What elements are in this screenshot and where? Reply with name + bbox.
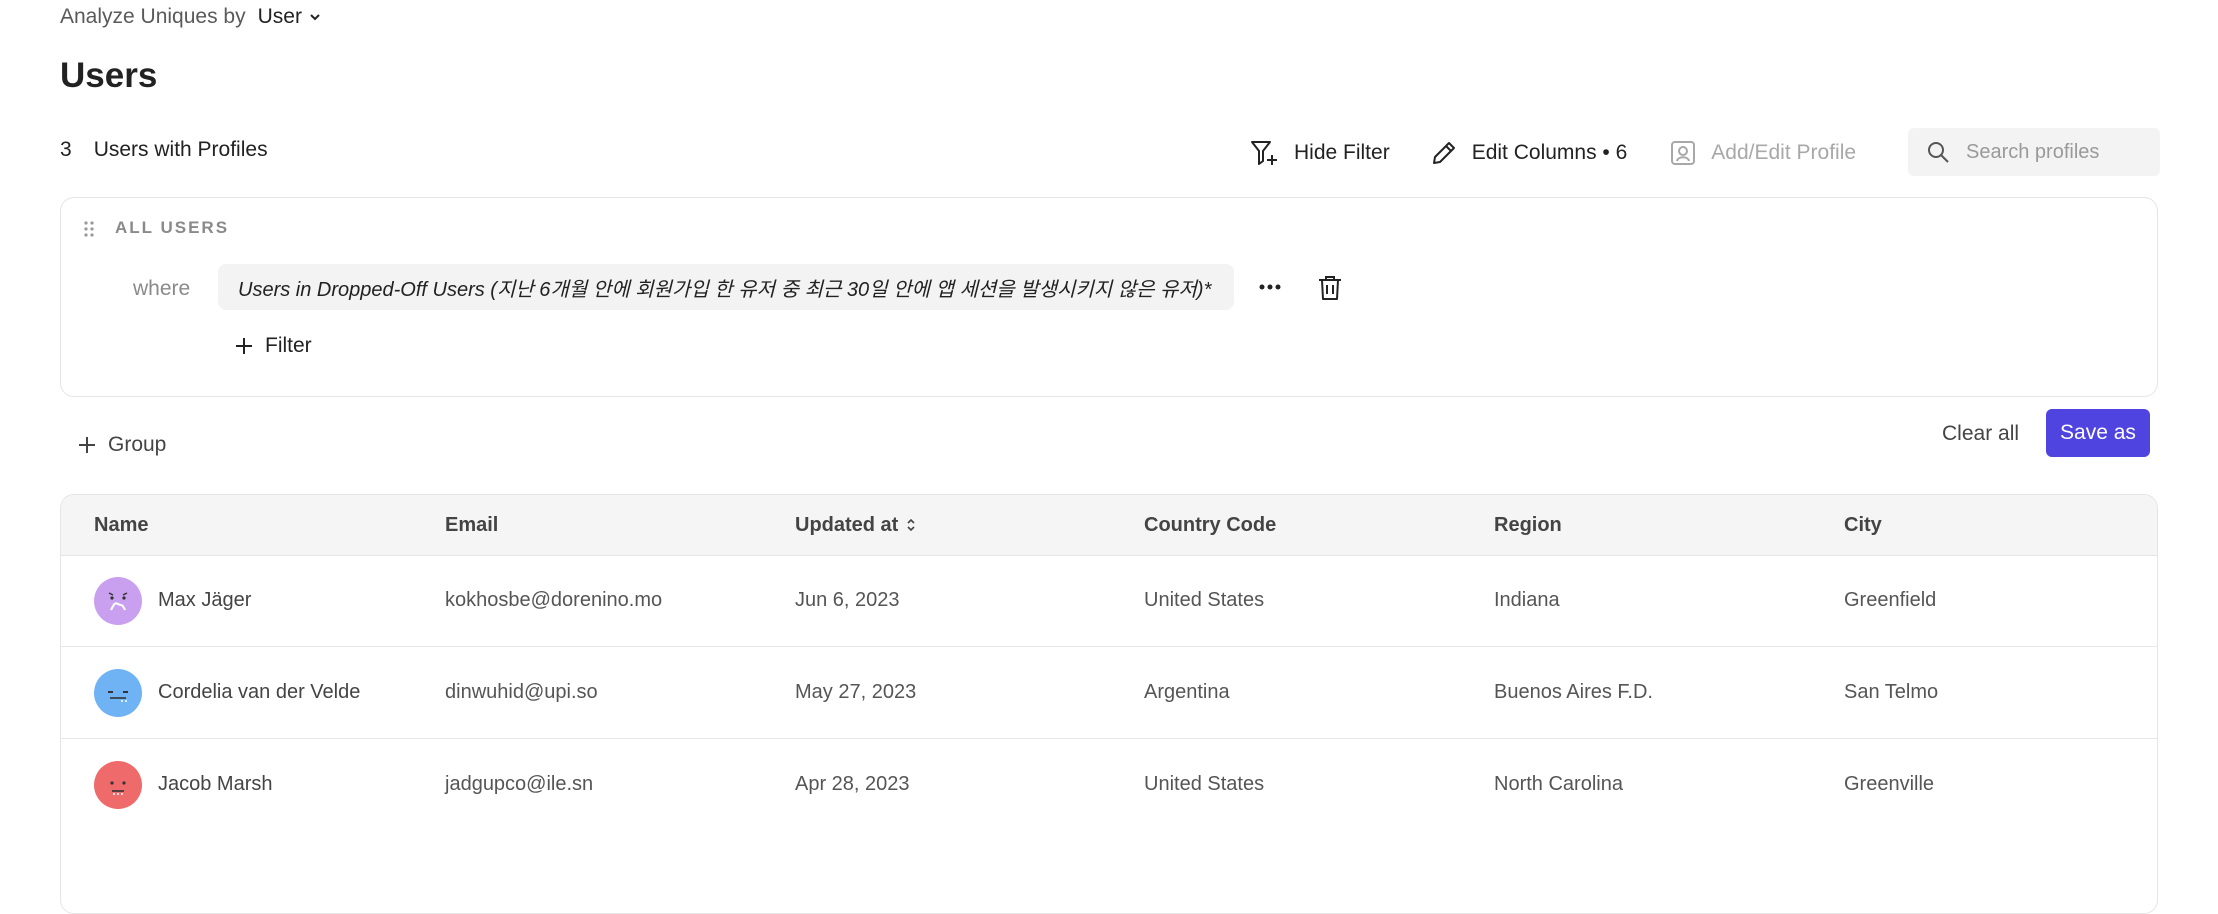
cell-updated-at: May 27, 2023 — [795, 681, 917, 703]
cell-city: Greenfield — [1844, 589, 1937, 611]
user-name: Jacob Marsh — [158, 773, 273, 795]
table-header: Name Email Updated at Country Code Regio… — [61, 495, 2157, 556]
ellipsis-icon — [1259, 284, 1281, 290]
add-edit-profile-label: Add/Edit Profile — [1711, 141, 1857, 164]
cell-country-code: United States — [1144, 589, 1265, 611]
search-input[interactable] — [1964, 139, 2148, 165]
filter-condition-chip[interactable]: Users in Dropped-Off Users (지난 6개월 안에 회원… — [218, 264, 1234, 310]
edit-columns-button[interactable]: Edit Columns • 6 — [1430, 139, 1628, 167]
cell-region: North Carolina — [1494, 773, 1623, 795]
column-header-email[interactable]: Email — [445, 495, 498, 555]
cell-name: Cordelia van der Velde — [94, 647, 360, 738]
users-table: Name Email Updated at Country Code Regio… — [60, 494, 2158, 914]
add-edit-profile-button[interactable]: Add/Edit Profile — [1669, 139, 1856, 167]
hide-filter-label: Hide Filter — [1294, 141, 1390, 164]
table-row[interactable]: Jacob Marsh jadgupco@ile.sn Apr 28, 2023… — [61, 739, 2157, 830]
clear-all-button[interactable]: Clear all — [1942, 422, 2019, 446]
analyze-label: Analyze Uniques by — [60, 5, 246, 28]
add-group-button[interactable]: Group — [78, 433, 166, 457]
avatar — [94, 668, 142, 717]
more-options-button[interactable] — [1255, 272, 1285, 302]
add-filter-label: Filter — [265, 334, 312, 357]
column-header-updated-at-label: Updated at — [795, 513, 899, 536]
column-header-name[interactable]: Name — [94, 495, 148, 555]
table-row[interactable]: Max Jäger kokhosbe@dorenino.mo Jun 6, 20… — [61, 555, 2157, 647]
filter-section-label: ALL USERS — [115, 218, 230, 237]
avatar — [94, 576, 142, 625]
analyze-dropdown[interactable]: User — [258, 5, 322, 29]
search-box — [1908, 128, 2160, 176]
hide-filter-button[interactable]: Hide Filter — [1250, 139, 1390, 167]
user-count-number: 3 — [60, 138, 72, 161]
cell-name: Jacob Marsh — [94, 739, 273, 830]
avatar — [94, 760, 142, 809]
column-header-country-code[interactable]: Country Code — [1144, 495, 1276, 555]
filter-condition-text: Users in Dropped-Off Users (지난 6개월 안에 회원… — [238, 278, 1212, 301]
user-count-label: Users with Profiles — [93, 138, 268, 161]
cell-updated-at: Jun 6, 2023 — [795, 589, 900, 611]
cell-country-code: Argentina — [1144, 681, 1230, 703]
cell-email: dinwuhid@upi.so — [445, 681, 598, 703]
analyze-value: User — [257, 5, 302, 28]
chevron-down-icon — [310, 14, 320, 21]
column-header-city[interactable]: City — [1844, 495, 1882, 555]
plus-icon — [79, 437, 95, 453]
where-label: where — [133, 277, 191, 300]
column-header-updated-at[interactable]: Updated at — [795, 495, 916, 555]
edit-columns-label: Edit Columns • 6 — [1471, 141, 1628, 164]
group-label: Group — [108, 433, 167, 456]
toolbar: Hide Filter Edit Columns • 6 Add/Edit Pr… — [1250, 126, 1856, 180]
add-filter-button[interactable]: Filter — [235, 334, 312, 358]
sort-icon — [907, 518, 915, 532]
face-icon — [110, 780, 126, 795]
user-count: 3 Users with Profiles — [60, 138, 268, 162]
drag-handle-icon[interactable] — [83, 220, 95, 238]
cell-city: Greenville — [1844, 773, 1935, 795]
cell-region: Indiana — [1494, 589, 1560, 611]
column-header-region[interactable]: Region — [1494, 495, 1562, 555]
user-name: Max Jäger — [158, 589, 252, 611]
cell-name: Max Jäger — [94, 555, 251, 646]
save-as-button[interactable]: Save as — [2046, 409, 2150, 457]
face-icon — [108, 591, 128, 610]
face-icon — [108, 690, 128, 702]
cell-updated-at: Apr 28, 2023 — [795, 773, 910, 795]
search-icon — [1928, 142, 1949, 163]
filter-icon — [1251, 141, 1277, 165]
table-row[interactable]: Cordelia van der Velde dinwuhid@upi.so M… — [61, 647, 2157, 739]
cell-city: San Telmo — [1844, 681, 1939, 703]
user-name: Cordelia van der Velde — [158, 681, 361, 703]
profile-card-icon — [1671, 141, 1696, 165]
filter-card: ALL USERS where Users in Dropped-Off Use… — [60, 197, 2158, 397]
plus-icon — [236, 338, 252, 354]
cell-country-code: United States — [1144, 773, 1265, 795]
cell-email: kokhosbe@dorenino.mo — [445, 589, 663, 611]
page-title: Users — [60, 56, 158, 95]
trash-icon[interactable] — [1315, 272, 1345, 302]
pencil-icon — [1432, 142, 1455, 164]
analyze-by: Analyze Uniques by User — [60, 0, 322, 34]
cell-email: jadgupco@ile.sn — [445, 773, 594, 795]
cell-region: Buenos Aires F.D. — [1494, 681, 1653, 703]
